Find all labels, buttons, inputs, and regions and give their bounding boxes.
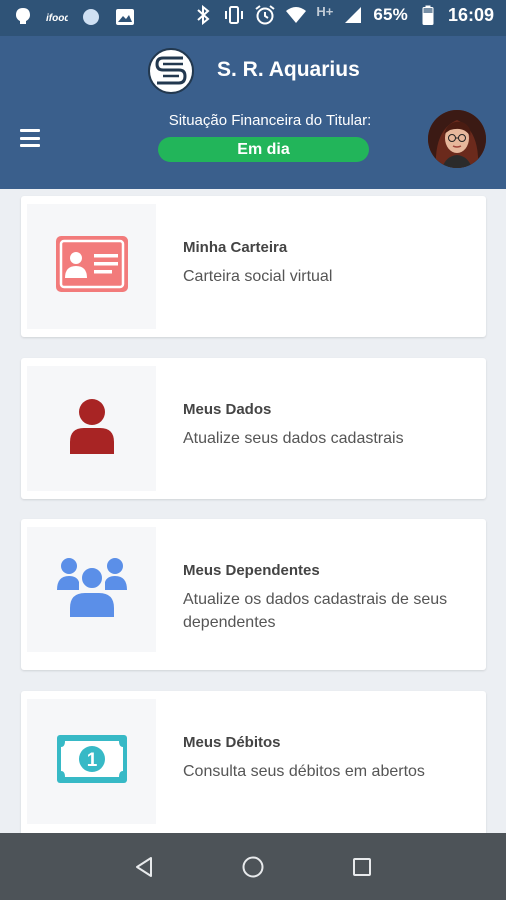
clock: 16:09 xyxy=(447,4,494,25)
home-icon[interactable] xyxy=(233,847,273,887)
bluetooth-icon xyxy=(192,4,214,26)
recents-icon[interactable] xyxy=(342,847,382,887)
card-icon-box xyxy=(27,366,156,491)
network-type: H+ xyxy=(316,3,334,19)
card-meus-dependentes[interactable]: Meus Dependentes Atualize os dados cadas… xyxy=(21,519,486,670)
group-icon xyxy=(56,556,127,623)
vibrate-icon xyxy=(223,4,245,26)
card-title: Meus Dependentes xyxy=(183,562,320,579)
card-icon-box xyxy=(27,527,156,652)
app-logo xyxy=(148,48,194,94)
status-bar: ifood H+ 65% 16:09 xyxy=(0,0,506,36)
card-subtitle: Consulta seus débitos em abertos xyxy=(183,763,425,780)
card-subtitle: Atualize seus dados cadastrais xyxy=(183,430,404,447)
app-icon: ifood xyxy=(46,6,68,28)
battery-icon xyxy=(417,4,439,26)
signal-icon xyxy=(342,4,364,26)
financial-status-badge: Em dia xyxy=(158,137,369,162)
card-subtitle: Atualize os dados cadastrais de seus dep… xyxy=(183,591,448,631)
card-subtitle: Carteira social virtual xyxy=(183,268,333,285)
menu-cards: Minha Carteira Carteira social virtual M… xyxy=(0,189,506,833)
card-title: Meus Dados xyxy=(183,401,272,418)
app-title: S. R. Aquarius xyxy=(217,58,360,81)
user-icon xyxy=(68,398,116,459)
back-icon[interactable] xyxy=(124,847,164,887)
card-icon-box: 1 xyxy=(27,699,156,824)
card-meus-debitos[interactable]: 1 Meus Débitos Consulta seus débitos em … xyxy=(21,691,486,833)
card-icon-box xyxy=(27,204,156,329)
banknote-icon: 1 xyxy=(56,735,127,788)
wifi-icon xyxy=(285,4,307,26)
menu-icon[interactable] xyxy=(20,129,40,147)
svg-text:ifood: ifood xyxy=(46,13,68,24)
battery-percent: 65% xyxy=(373,5,408,24)
notification-icon xyxy=(12,6,34,28)
alarm-icon xyxy=(254,4,276,26)
app-header: S. R. Aquarius Situação Financeira do Ti… xyxy=(0,36,506,189)
card-title: Minha Carteira xyxy=(183,239,288,256)
id-card-icon xyxy=(55,236,128,297)
card-meus-dados[interactable]: Meus Dados Atualize seus dados cadastrai… xyxy=(21,358,486,499)
card-minha-carteira[interactable]: Minha Carteira Carteira social virtual xyxy=(21,196,486,337)
android-nav-bar xyxy=(0,833,506,900)
image-icon xyxy=(114,6,136,28)
circle-icon xyxy=(80,6,102,28)
avatar[interactable] xyxy=(428,110,486,168)
svg-text:1: 1 xyxy=(86,750,97,771)
card-title: Meus Débitos xyxy=(183,734,281,751)
